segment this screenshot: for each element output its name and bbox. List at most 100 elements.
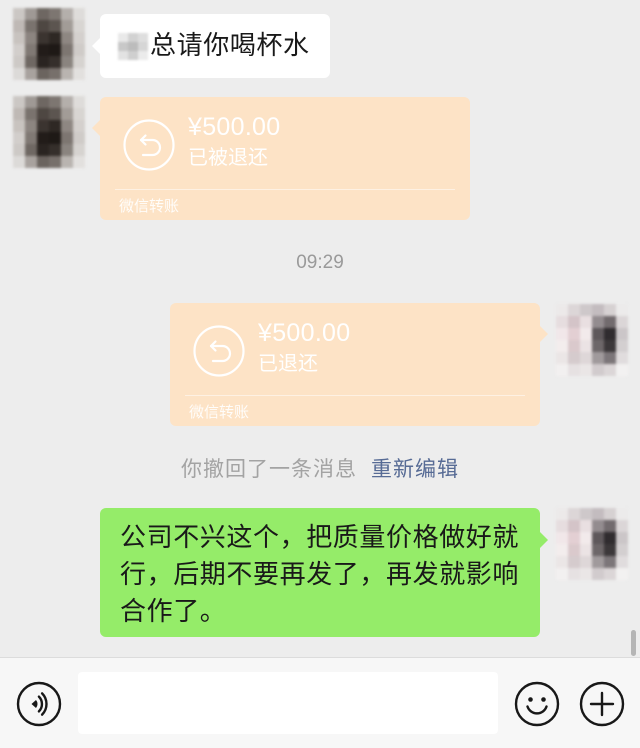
mosaic-cell bbox=[616, 520, 628, 532]
mosaic-cell bbox=[118, 41, 128, 51]
mosaic-cell bbox=[61, 156, 73, 168]
mosaic-cell bbox=[568, 352, 580, 364]
transfer-card[interactable]: ¥500.00 已退还 微信转账 bbox=[170, 303, 548, 426]
my-avatar[interactable] bbox=[556, 508, 628, 580]
mosaic-cell bbox=[568, 340, 580, 352]
mosaic-cell bbox=[604, 520, 616, 532]
mosaic-cell bbox=[49, 56, 61, 68]
mosaic-cell bbox=[61, 44, 73, 56]
transfer-status: 已退还 bbox=[258, 351, 318, 375]
mosaic-cell bbox=[138, 32, 148, 42]
more-button[interactable] bbox=[579, 681, 625, 727]
transfer-card[interactable]: ¥500.00 已被退还 微信转账 bbox=[92, 97, 470, 220]
mosaic-cell bbox=[616, 532, 628, 544]
mosaic-cell bbox=[592, 304, 604, 316]
mosaic-cell bbox=[616, 568, 628, 580]
mosaic-cell bbox=[580, 556, 592, 568]
mosaic-cell bbox=[37, 156, 49, 168]
transfer-amount: ¥500.00 bbox=[258, 319, 351, 347]
mosaic-cell bbox=[616, 328, 628, 340]
bubble-tail bbox=[540, 532, 548, 548]
mosaic-cell bbox=[556, 556, 568, 568]
emoji-button[interactable] bbox=[514, 681, 560, 727]
mosaic-cell bbox=[592, 352, 604, 364]
re-edit-link[interactable]: 重新编辑 bbox=[371, 457, 459, 481]
mosaic-cell bbox=[73, 156, 85, 168]
mosaic-cell bbox=[13, 56, 25, 68]
mosaic-cell bbox=[580, 304, 592, 316]
mosaic-cell bbox=[25, 44, 37, 56]
recall-notice-text: 你撤回了一条消息 bbox=[181, 457, 357, 481]
mosaic-cell bbox=[73, 8, 85, 20]
mosaic-cell bbox=[118, 32, 128, 42]
mosaic-cell bbox=[592, 340, 604, 352]
mosaic-cell bbox=[592, 328, 604, 340]
contact-avatar[interactable] bbox=[13, 8, 85, 80]
mosaic-cell bbox=[37, 108, 49, 120]
mosaic-cell bbox=[592, 520, 604, 532]
mosaic-cell bbox=[61, 32, 73, 44]
mosaic-cell bbox=[128, 41, 138, 51]
return-arrow-icon bbox=[123, 119, 175, 171]
mosaic-cell bbox=[49, 96, 61, 108]
mosaic-cell bbox=[61, 144, 73, 156]
transfer-amount: ¥500.00 bbox=[188, 113, 281, 141]
bubble-tail bbox=[540, 326, 548, 342]
mosaic-cell bbox=[37, 44, 49, 56]
mosaic-cell bbox=[13, 20, 25, 32]
mosaic-cell bbox=[556, 532, 568, 544]
transfer-divider bbox=[115, 189, 455, 190]
mosaic-cell bbox=[49, 44, 61, 56]
mosaic-cell bbox=[13, 8, 25, 20]
voice-button[interactable] bbox=[16, 681, 62, 727]
mosaic-cell bbox=[13, 144, 25, 156]
mosaic-cell bbox=[13, 44, 25, 56]
mosaic-cell bbox=[128, 32, 138, 42]
mosaic-cell bbox=[61, 56, 73, 68]
mosaic-cell bbox=[616, 304, 628, 316]
mosaic-cell bbox=[49, 108, 61, 120]
mosaic-cell bbox=[556, 520, 568, 532]
transfer-status: 已被退还 bbox=[188, 145, 268, 169]
mosaic-cell bbox=[73, 32, 85, 44]
bubble-tail bbox=[92, 120, 100, 136]
message-text: 公司不兴这个，把质量价格做好就行，后期不要再发了，再发就影响合作了。 bbox=[120, 523, 520, 627]
mosaic-cell bbox=[604, 568, 616, 580]
mosaic-cell bbox=[568, 556, 580, 568]
transfer-label: 微信转账 bbox=[119, 197, 180, 215]
mosaic-cell bbox=[568, 364, 580, 376]
mosaic-cell bbox=[25, 20, 37, 32]
mosaic-cell bbox=[556, 544, 568, 556]
mosaic-cell bbox=[616, 556, 628, 568]
mosaic-cell bbox=[556, 316, 568, 328]
mosaic-cell bbox=[580, 328, 592, 340]
mosaic-cell bbox=[49, 132, 61, 144]
mosaic-cell bbox=[13, 96, 25, 108]
my-avatar[interactable] bbox=[556, 304, 628, 376]
mosaic-cell bbox=[37, 56, 49, 68]
mosaic-cell bbox=[604, 508, 616, 520]
mosaic-cell bbox=[592, 316, 604, 328]
message-text: 总请你喝杯水 bbox=[150, 31, 310, 61]
mosaic-cell bbox=[73, 132, 85, 144]
text-bubble[interactable]: 总请你喝杯水 bbox=[92, 14, 330, 78]
mosaic-cell bbox=[25, 132, 37, 144]
mosaic-cell bbox=[568, 568, 580, 580]
mosaic-cell bbox=[592, 508, 604, 520]
mosaic-cell bbox=[13, 68, 25, 80]
mosaic-cell bbox=[616, 316, 628, 328]
return-arrow-icon bbox=[193, 325, 245, 377]
message-input[interactable] bbox=[78, 672, 498, 734]
mosaic-cell bbox=[73, 20, 85, 32]
bubble-tail bbox=[92, 38, 100, 54]
mosaic-cell bbox=[580, 340, 592, 352]
mosaic-cell bbox=[37, 144, 49, 156]
mosaic-cell bbox=[37, 96, 49, 108]
contact-avatar[interactable] bbox=[13, 96, 85, 168]
text-bubble[interactable]: 公司不兴这个，把质量价格做好就行，后期不要再发了，再发就影响合作了。 bbox=[100, 508, 548, 637]
mosaic-cell bbox=[604, 556, 616, 568]
transfer-divider bbox=[185, 395, 525, 396]
mosaic-cell bbox=[37, 8, 49, 20]
mosaic-cell bbox=[73, 44, 85, 56]
mosaic-cell bbox=[604, 328, 616, 340]
